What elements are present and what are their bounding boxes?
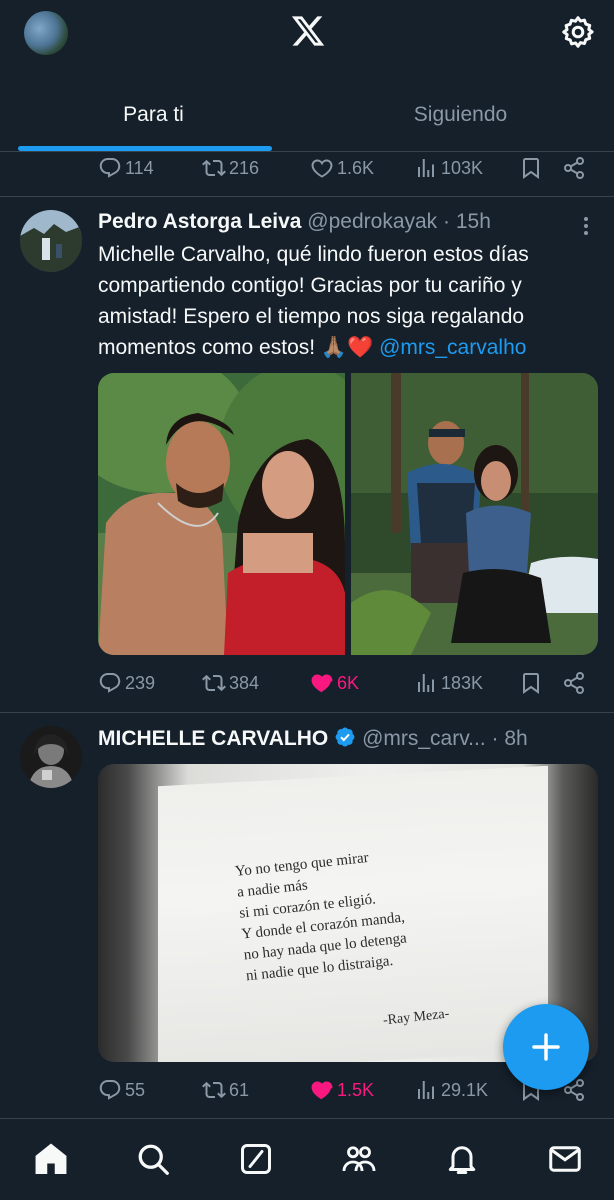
nav-grok[interactable] (238, 1141, 274, 1177)
separator-dot: · (443, 210, 451, 233)
user-handle[interactable]: @pedrokayak (307, 210, 437, 233)
reply-icon (98, 1078, 122, 1102)
avatar[interactable] (20, 210, 82, 272)
post-text: Michelle Carvalho, qué lindo fueron esto… (98, 239, 598, 363)
views-icon (414, 156, 438, 180)
heart-filled-icon (310, 1078, 334, 1102)
like-button[interactable]: 6K (310, 666, 359, 700)
more-options-icon[interactable] (576, 214, 596, 238)
like-count: 1.5K (337, 1079, 375, 1100)
tab-following[interactable]: Siguiendo (307, 72, 614, 152)
like-count: 6K (337, 672, 360, 693)
repost-count: 61 (229, 1079, 250, 1100)
nav-search[interactable] (135, 1141, 171, 1177)
bookmark-button[interactable] (519, 666, 543, 700)
post-text-line: amistad! Espero el tiempo nos siga regal… (98, 305, 525, 328)
views-button[interactable]: 29.1K (414, 1073, 488, 1107)
nav-messages[interactable] (547, 1141, 583, 1177)
photo-couple-riverside[interactable] (98, 373, 378, 655)
messages-icon (549, 1146, 581, 1172)
views-count: 29.1K (441, 1079, 489, 1100)
post-text-line: Michelle Carvalho, qué lindo fueron esto… (98, 243, 529, 266)
repost-count: 384 (229, 672, 260, 693)
repost-button[interactable]: 61 (202, 1073, 249, 1107)
repost-count: 216 (229, 157, 260, 178)
views-button[interactable]: 183K (414, 666, 483, 700)
reply-count: 239 (125, 672, 156, 693)
repost-icon (202, 671, 226, 695)
nav-home[interactable] (33, 1141, 69, 1177)
notifications-icon (448, 1146, 476, 1174)
post-text-line: momentos como estos! 🙏🏽❤️ @mrs_carvalho (98, 336, 527, 359)
avatar[interactable] (20, 726, 82, 788)
post-header: Pedro Astorga Leiva @pedrokayak · 15h (98, 210, 491, 234)
reply-button[interactable]: 55 (98, 1073, 145, 1107)
repost-button[interactable]: 216 (202, 151, 259, 185)
nav-notifications[interactable] (444, 1141, 480, 1177)
heart-icon (310, 156, 334, 180)
repost-icon (202, 156, 226, 180)
separator-dot: · (491, 727, 499, 750)
display-name[interactable]: Pedro Astorga Leiva (98, 210, 301, 233)
post-text-line: compartiendo contigo! Gracias por tu car… (98, 274, 522, 297)
tab-for-you[interactable]: Para ti (0, 72, 307, 152)
profile-avatar[interactable] (24, 11, 68, 55)
views-icon (414, 671, 438, 695)
share-button[interactable] (562, 666, 586, 700)
post-time[interactable]: 15h (456, 210, 491, 233)
reply-count: 114 (125, 157, 154, 178)
photo-couple-waterfall[interactable] (351, 373, 598, 655)
post1-actions: 239 384 6K 183K (98, 666, 598, 700)
verified-badge-icon (335, 727, 355, 747)
reply-icon (98, 671, 122, 695)
mention-link[interactable]: @mrs_carvalho (379, 336, 526, 359)
user-handle[interactable]: @mrs_carv... (362, 727, 486, 750)
home-icon (35, 1143, 67, 1174)
plus-icon (532, 1033, 560, 1061)
top-bar (0, 0, 614, 72)
x-logo-icon (291, 16, 325, 46)
like-button[interactable]: 1.5K (310, 1073, 374, 1107)
communities-icon (342, 1146, 376, 1172)
views-count: 103K (441, 157, 484, 178)
nav-communities[interactable] (341, 1141, 377, 1177)
divider (0, 196, 614, 197)
divider (0, 712, 614, 713)
gear-icon[interactable] (560, 14, 596, 50)
prev-post-actions: 114 216 1.6K 103K (98, 151, 598, 185)
reply-count: 55 (125, 1079, 146, 1100)
share-icon (562, 671, 586, 695)
bookmark-icon (519, 671, 543, 695)
grok-icon (241, 1144, 271, 1174)
like-button[interactable]: 1.6K (310, 151, 374, 185)
search-icon (138, 1144, 169, 1175)
heart-filled-icon (310, 671, 334, 695)
compose-button[interactable] (503, 1004, 589, 1090)
like-count: 1.6K (337, 157, 375, 178)
reply-button[interactable]: 114 (98, 151, 154, 185)
repost-button[interactable]: 384 (202, 666, 259, 700)
timeline-tabs: Para ti Siguiendo (0, 72, 614, 152)
post-header: MICHELLE CARVALHO @mrs_carv... · 8h (98, 726, 528, 751)
reply-icon (98, 156, 122, 180)
display-name[interactable]: MICHELLE CARVALHO (98, 727, 328, 750)
reply-button[interactable]: 239 (98, 666, 155, 700)
bookmark-icon (519, 156, 543, 180)
media-grid (98, 373, 598, 655)
views-count: 183K (441, 672, 484, 693)
share-button[interactable] (562, 151, 586, 185)
views-button[interactable]: 103K (414, 151, 483, 185)
repost-icon (202, 1078, 226, 1102)
post-time[interactable]: 8h (504, 727, 527, 750)
share-icon (562, 156, 586, 180)
views-icon (414, 1078, 438, 1102)
bottom-navigation (0, 1118, 614, 1200)
bookmark-button[interactable] (519, 151, 543, 185)
